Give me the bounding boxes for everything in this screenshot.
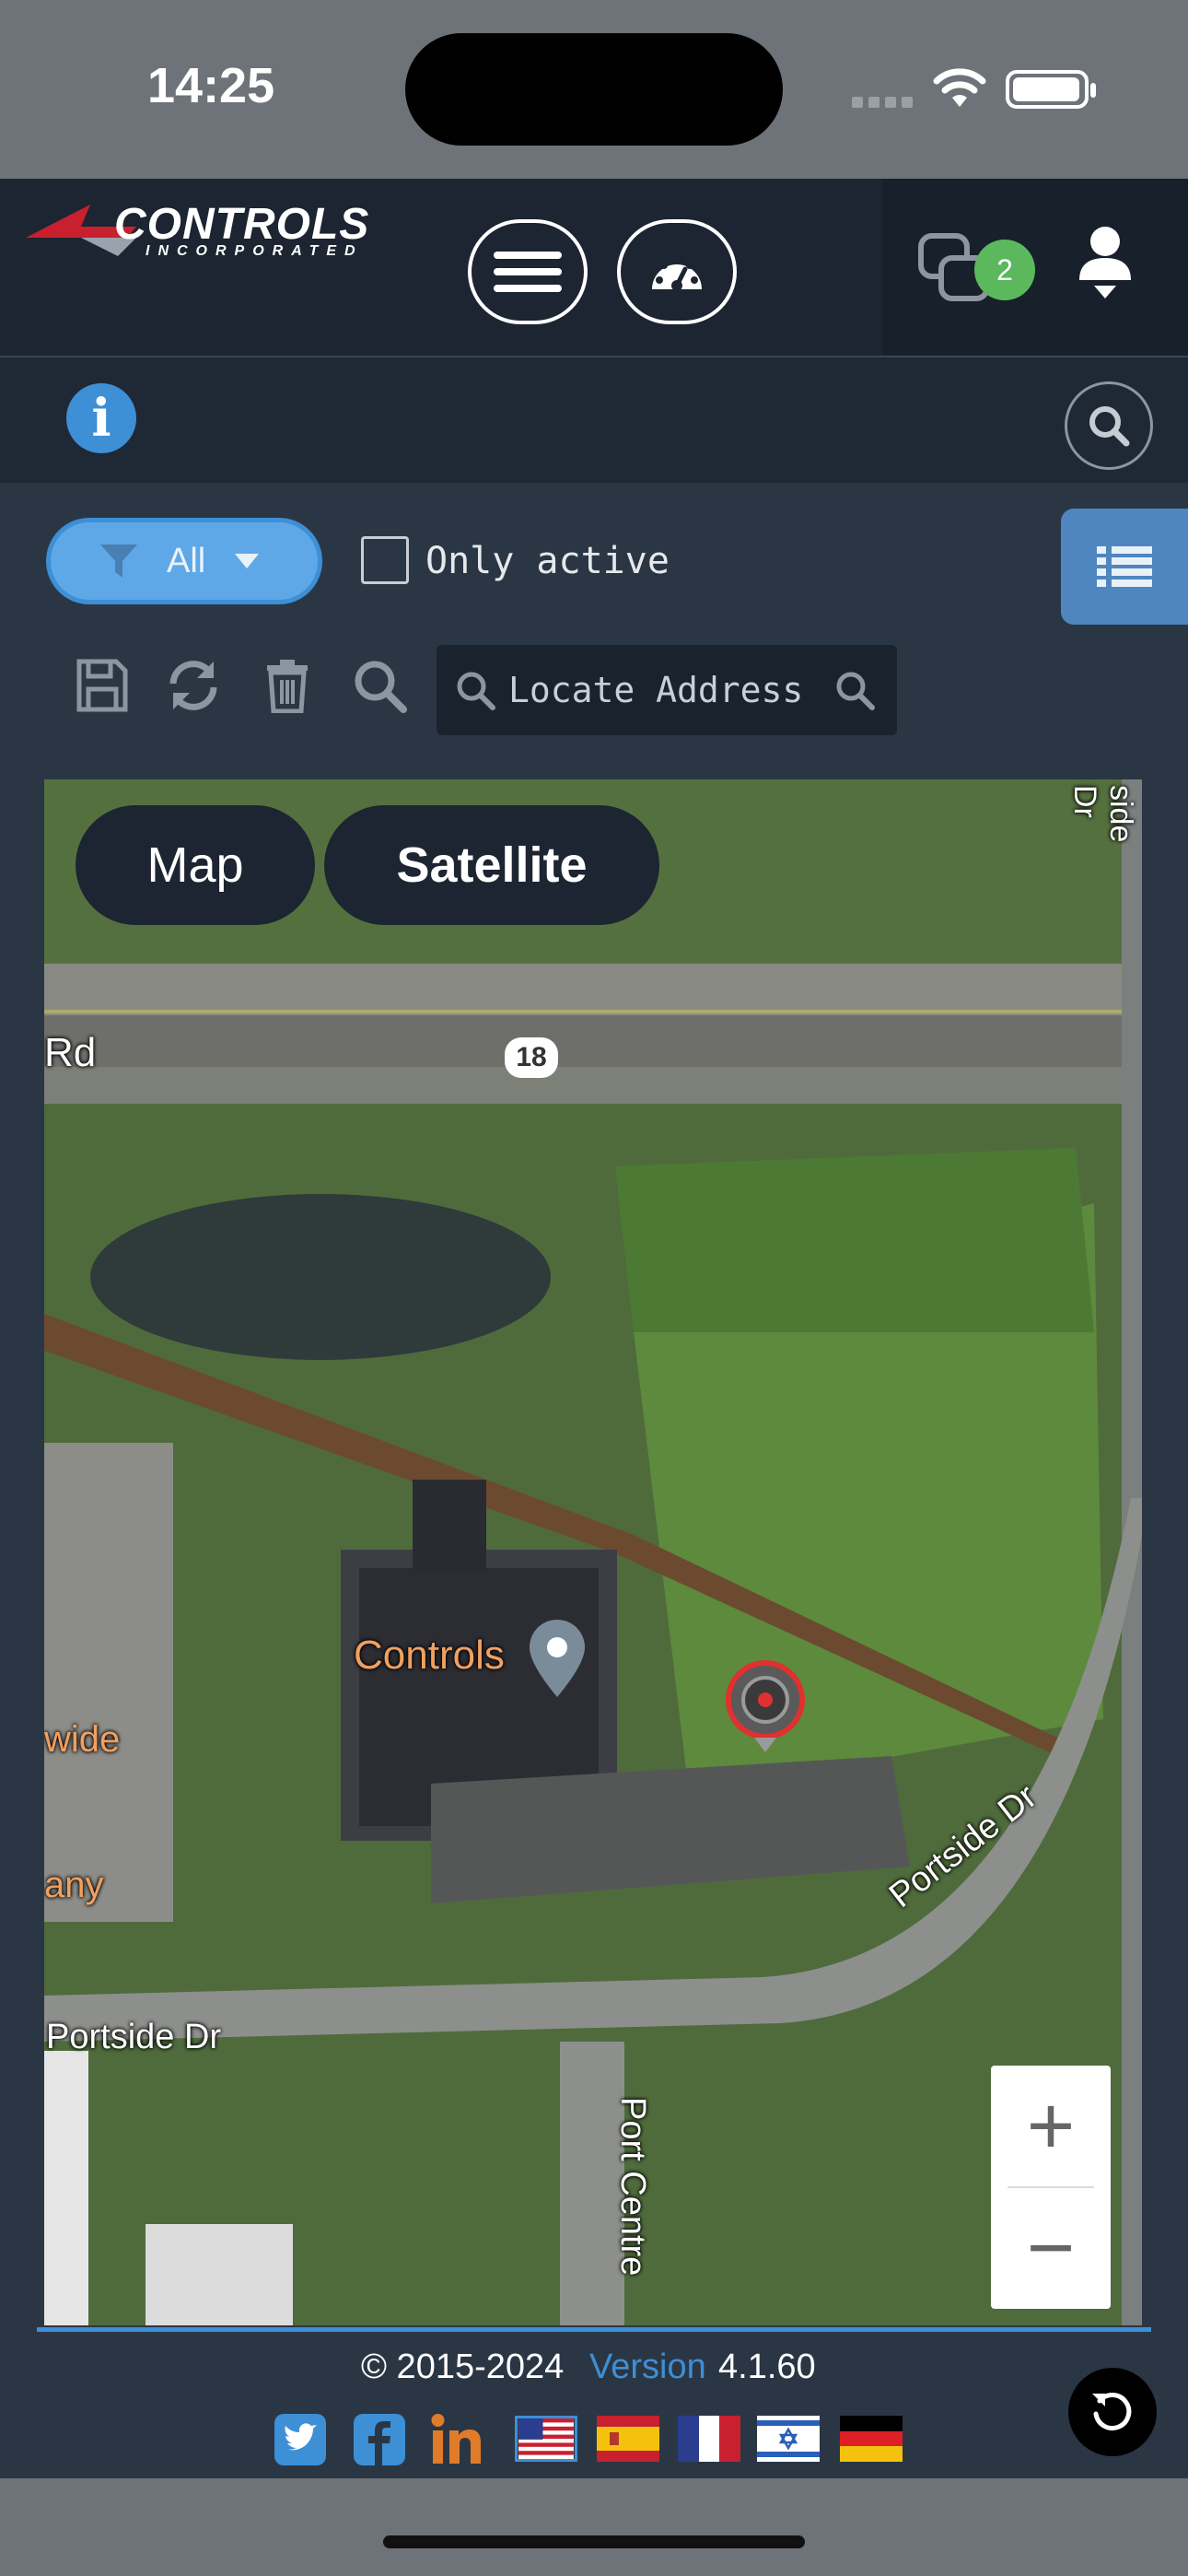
header-search-button[interactable] (1065, 381, 1153, 470)
flag-fr-icon[interactable] (678, 2416, 740, 2462)
chevron-down-icon (235, 554, 260, 568)
sub-header (0, 357, 1188, 483)
map-label-side-dr: side Dr (1067, 785, 1138, 843)
only-active-label: Only active (425, 540, 670, 582)
user-icon[interactable] (1077, 225, 1133, 302)
cellular-signal-icon (852, 96, 918, 112)
hamburger-icon (494, 242, 562, 301)
facebook-icon[interactable] (352, 2412, 407, 2467)
map-label-rd: Rd (44, 1030, 97, 1075)
dashboard-button[interactable] (617, 219, 737, 324)
home-indicator[interactable] (383, 2535, 805, 2548)
filter-dropdown[interactable]: All (46, 518, 322, 604)
menu-button[interactable] (468, 219, 588, 324)
flag-us-icon[interactable] (515, 2416, 577, 2462)
copyright-text: © 2015-2024 (361, 2348, 565, 2386)
delete-trash-icon[interactable] (260, 658, 315, 713)
map-label-wide: wide (44, 1719, 121, 1760)
locate-search-button-icon[interactable] (834, 670, 875, 710)
linkedin-icon[interactable] (429, 2412, 484, 2467)
search-icon (457, 672, 495, 710)
wifi-icon (933, 68, 986, 107)
flag-de-icon[interactable] (840, 2416, 903, 2462)
header-right-panel: 2 (882, 179, 1188, 356)
version-number: 4.1.60 (718, 2348, 816, 2386)
search-icon[interactable] (352, 658, 407, 713)
dynamic-island (405, 33, 783, 146)
locate-address-input[interactable] (508, 645, 812, 735)
map-label-controls: Controls (354, 1633, 505, 1678)
footer-divider (37, 2327, 1151, 2332)
system-bottom-bar (0, 2478, 1188, 2576)
route-shield: 18 (505, 1037, 558, 1078)
list-icon (1097, 546, 1152, 587)
zoom-control: + − (991, 2066, 1111, 2309)
zoom-out-button[interactable]: − (991, 2187, 1111, 2309)
map-label-any: any (44, 1865, 104, 1905)
controls-logo[interactable]: CONTROLS INCORPORATED (26, 199, 413, 263)
battery-icon (1006, 70, 1096, 109)
locate-address-box (437, 645, 897, 735)
filter-label: All (167, 541, 206, 580)
status-time: 14:25 (147, 58, 275, 113)
twitter-icon[interactable] (273, 2412, 328, 2467)
logo-subtext: INCORPORATED (146, 243, 364, 259)
reload-icon (1092, 2393, 1132, 2430)
search-icon (1089, 406, 1130, 447)
filter-funnel-icon (100, 544, 137, 578)
map-view[interactable]: Map Satellite 18 Rd side Dr Controls wid… (44, 779, 1142, 2325)
reload-button[interactable] (1068, 2368, 1157, 2456)
only-active-checkbox[interactable] (361, 536, 409, 584)
save-icon[interactable] (74, 658, 129, 713)
zoom-in-button[interactable]: + (991, 2066, 1111, 2187)
place-pin-icon[interactable] (525, 1618, 589, 1701)
app-header: CONTROLS INCORPORATED 2 (0, 179, 1188, 357)
flag-il-icon[interactable] (757, 2416, 820, 2462)
satellite-imagery (44, 779, 1142, 2325)
flag-es-icon[interactable] (597, 2416, 659, 2462)
satellite-view-toggle[interactable]: Satellite (324, 805, 659, 925)
dashboard-gauge-icon (652, 255, 702, 291)
device-location-marker-icon[interactable] (724, 1658, 807, 1754)
list-view-button[interactable] (1061, 509, 1188, 625)
status-bar: 14:25 (0, 0, 1188, 179)
refresh-icon[interactable] (166, 658, 221, 713)
logo-text: CONTROLS (114, 200, 370, 249)
notification-badge: 2 (974, 240, 1035, 300)
info-icon[interactable]: i (66, 383, 136, 453)
version-label: Version (589, 2348, 706, 2386)
map-label-port-centre: Port Centre (613, 2097, 652, 2277)
map-label-portside-dr: Portside Dr (46, 2018, 222, 2056)
map-view-toggle[interactable]: Map (76, 805, 315, 925)
